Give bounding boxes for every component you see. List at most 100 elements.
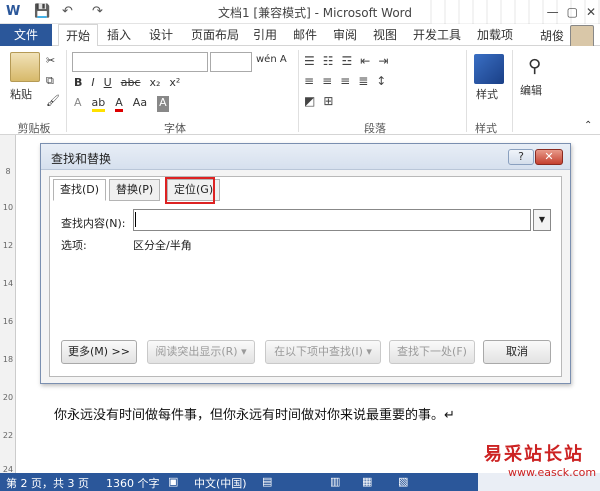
copy-icon[interactable]: ⧉: [46, 74, 54, 88]
divider: [66, 50, 67, 132]
strikethrough-icon[interactable]: abc: [121, 76, 141, 89]
undo-icon[interactable]: ↶: [62, 3, 73, 21]
font-size-box[interactable]: [210, 52, 252, 72]
font-color-icon[interactable]: A: [115, 96, 123, 112]
underline-icon[interactable]: U: [104, 76, 112, 89]
ruler-number: 16: [2, 317, 14, 326]
tab-insert[interactable]: 插入: [100, 24, 138, 46]
bullets-icon[interactable]: ☰: [304, 54, 315, 68]
restore-icon[interactable]: ▢: [567, 5, 578, 19]
web-layout-icon[interactable]: ▧: [398, 475, 408, 488]
ruler-number: 20: [2, 393, 14, 402]
binoculars-icon[interactable]: ⚲: [528, 56, 541, 77]
redo-icon[interactable]: ↷: [92, 3, 103, 21]
numbering-icon[interactable]: ☷: [323, 54, 334, 68]
editing-button[interactable]: 编辑: [520, 82, 542, 98]
tab-developer[interactable]: 开发工具: [406, 24, 468, 46]
subscript-icon[interactable]: x₂: [149, 76, 160, 89]
paragraph-group-label: 段落: [364, 122, 386, 135]
font-group-label: 字体: [164, 122, 186, 135]
language-indicator[interactable]: 中文(中国): [194, 475, 247, 491]
tab-design[interactable]: 设计: [142, 24, 180, 46]
decrease-indent-icon[interactable]: ⇤: [360, 54, 370, 68]
paragraph-row-1: ☰ ☷ ☲ ⇤ ⇥: [304, 54, 388, 68]
reading-highlight-button[interactable]: 阅读突出显示(R) ▾: [147, 340, 255, 364]
highlight-icon[interactable]: ab: [91, 96, 106, 112]
change-case-icon[interactable]: Aa: [133, 96, 147, 112]
tab-find[interactable]: 查找(D): [53, 179, 107, 201]
styles-button[interactable]: 样式: [476, 86, 498, 102]
read-mode-icon[interactable]: ▥: [330, 475, 340, 488]
align-center-icon[interactable]: ≡: [322, 74, 332, 88]
ruler-number: 22: [2, 431, 14, 440]
vertical-ruler: 8 10 12 14 16 18 20 22 24: [0, 135, 16, 474]
divider: [512, 50, 513, 132]
page-indicator[interactable]: 第 2 页，共 3 页: [6, 475, 89, 491]
styles-group-label: 样式: [475, 122, 497, 135]
font-name-box[interactable]: [72, 52, 208, 72]
paste-icon[interactable]: [10, 52, 40, 82]
proofing-icon[interactable]: ▣: [168, 475, 178, 488]
cancel-button[interactable]: 取消: [483, 340, 551, 364]
help-button[interactable]: ?: [508, 149, 534, 165]
save-icon[interactable]: 💾: [34, 3, 50, 21]
find-replace-dialog: 查找和替换 ? ✕ 查找(D) 替换(P) 定位(G) 查找内容(N): ▼ 选…: [40, 143, 571, 384]
justify-icon[interactable]: ≣: [358, 74, 368, 88]
find-next-button[interactable]: 查找下一处(F): [389, 340, 475, 364]
ribbon-tab-row: 文件 开始 插入 设计 页面布局 引用 邮件 审阅 视图 开发工具 加载项 胡俊: [0, 24, 600, 49]
italic-icon[interactable]: I: [91, 76, 94, 89]
window-title: 文档1 [兼容模式] - Microsoft Word: [217, 6, 413, 20]
collapse-ribbon-icon[interactable]: ⌃: [584, 120, 592, 131]
close-icon[interactable]: ✕: [586, 5, 596, 19]
shading-icon[interactable]: ◩: [304, 94, 315, 108]
document-text[interactable]: 你永远没有时间做每件事，但你永远有时间做对你来说最重要的事。↵: [54, 404, 455, 423]
word-count[interactable]: 1360 个字: [106, 475, 160, 491]
bold-icon[interactable]: B: [74, 76, 82, 89]
tab-file[interactable]: 文件: [0, 24, 52, 46]
minimize-icon[interactable]: —: [547, 5, 559, 19]
tab-addins[interactable]: 加载项: [470, 24, 520, 46]
tab-home[interactable]: 开始: [58, 24, 99, 47]
macro-icon[interactable]: ▤: [262, 475, 272, 488]
dialog-title-bar[interactable]: 查找和替换 ? ✕: [41, 144, 570, 170]
tab-page-layout[interactable]: 页面布局: [184, 24, 246, 46]
increase-indent-icon[interactable]: ⇥: [378, 54, 388, 68]
clipboard-group-label: 剪贴板: [17, 122, 51, 135]
find-in-button[interactable]: 在以下项中查找(I) ▾: [265, 340, 381, 364]
options-label: 选项:: [61, 239, 87, 252]
borders-icon[interactable]: ⊞: [323, 94, 333, 108]
word-app-icon[interactable]: W: [6, 3, 20, 21]
dialog-title: 查找和替换: [51, 152, 112, 166]
ruler-number: 8: [5, 167, 11, 176]
format-painter-icon[interactable]: 🖌: [46, 94, 60, 107]
align-right-icon[interactable]: ≡: [340, 74, 350, 88]
styles-icon[interactable]: [474, 54, 504, 84]
user-name[interactable]: 胡俊: [540, 27, 564, 44]
align-left-icon[interactable]: ≡: [304, 74, 314, 88]
paste-button[interactable]: 粘贴: [10, 86, 32, 102]
tab-view[interactable]: 视图: [366, 24, 404, 46]
dialog-close-button[interactable]: ✕: [535, 149, 563, 165]
line-spacing-icon[interactable]: ↕: [376, 74, 386, 88]
char-shading-icon[interactable]: A: [157, 96, 169, 112]
text-caret: [135, 212, 136, 227]
text-effects-icon[interactable]: A: [74, 96, 82, 112]
find-what-input[interactable]: [133, 209, 531, 231]
cut-icon[interactable]: ✂: [46, 54, 55, 67]
ruler-number: 18: [2, 355, 14, 364]
ruler-number: 12: [2, 241, 14, 250]
title-bar: W 💾 ↶ ↷ 文档1 [兼容模式] - Microsoft Word — ▢ …: [0, 0, 600, 24]
print-layout-icon[interactable]: ▦: [362, 475, 372, 488]
superscript-icon[interactable]: x²: [169, 76, 180, 89]
chevron-down-icon[interactable]: ▼: [533, 209, 551, 231]
tab-review[interactable]: 审阅: [326, 24, 364, 46]
tab-references[interactable]: 引用: [246, 24, 284, 46]
watermark-logo: 易采站长站: [484, 444, 584, 465]
more-button[interactable]: 更多(M) >>: [61, 340, 137, 364]
ruler-number: 14: [2, 279, 14, 288]
multilevel-icon[interactable]: ☲: [342, 54, 353, 68]
tab-mailings[interactable]: 邮件: [286, 24, 324, 46]
phonetic-guide-icon[interactable]: wén A: [256, 54, 287, 65]
tab-replace[interactable]: 替换(P): [109, 179, 161, 201]
divider: [298, 50, 299, 132]
